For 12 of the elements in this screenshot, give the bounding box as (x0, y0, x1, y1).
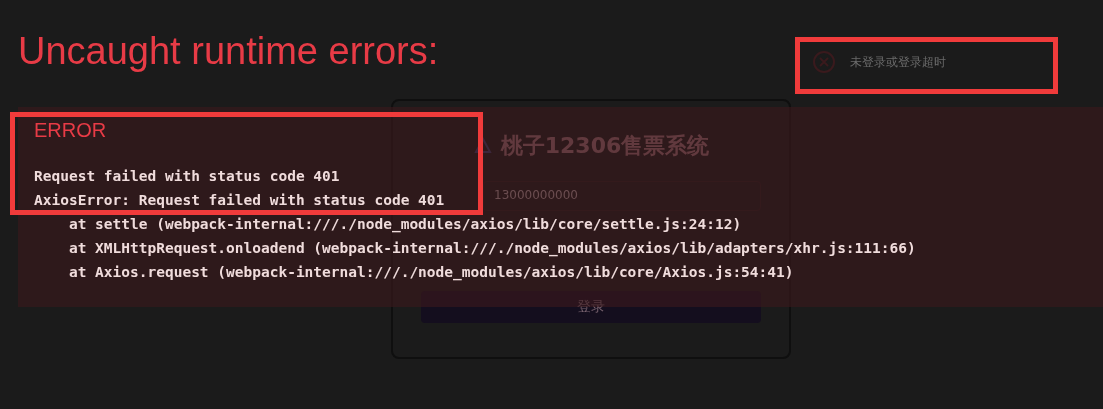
error-message: Request failed with status code 401 (34, 167, 340, 186)
stack-line: at Axios.request (webpack-internal:///./node_modules/axios/lib/core/Axios.js:54:41) (67, 263, 794, 283)
close-circle-icon (812, 50, 836, 74)
triangle-icon (472, 136, 493, 156)
toast-message: 未登录或登录超时 (850, 53, 946, 71)
stack-line: at settle (webpack-internal:///./node_modules/axios/lib/core/settle.js:24:12) (67, 215, 742, 235)
error-heading: Uncaught runtime errors: (18, 30, 439, 73)
error-label: ERROR (34, 119, 108, 142)
stack-line: at XMLHttpRequest.onloadend (webpack-internal:///./node_modules/axios/lib/adapters/xhr.js:111:66) (67, 239, 916, 259)
login-button[interactable]: 登录 (421, 291, 761, 323)
phone-field[interactable]: 13000000000 (483, 181, 761, 211)
stack-line: AxiosError: Request failed with status code 401 (34, 191, 445, 210)
